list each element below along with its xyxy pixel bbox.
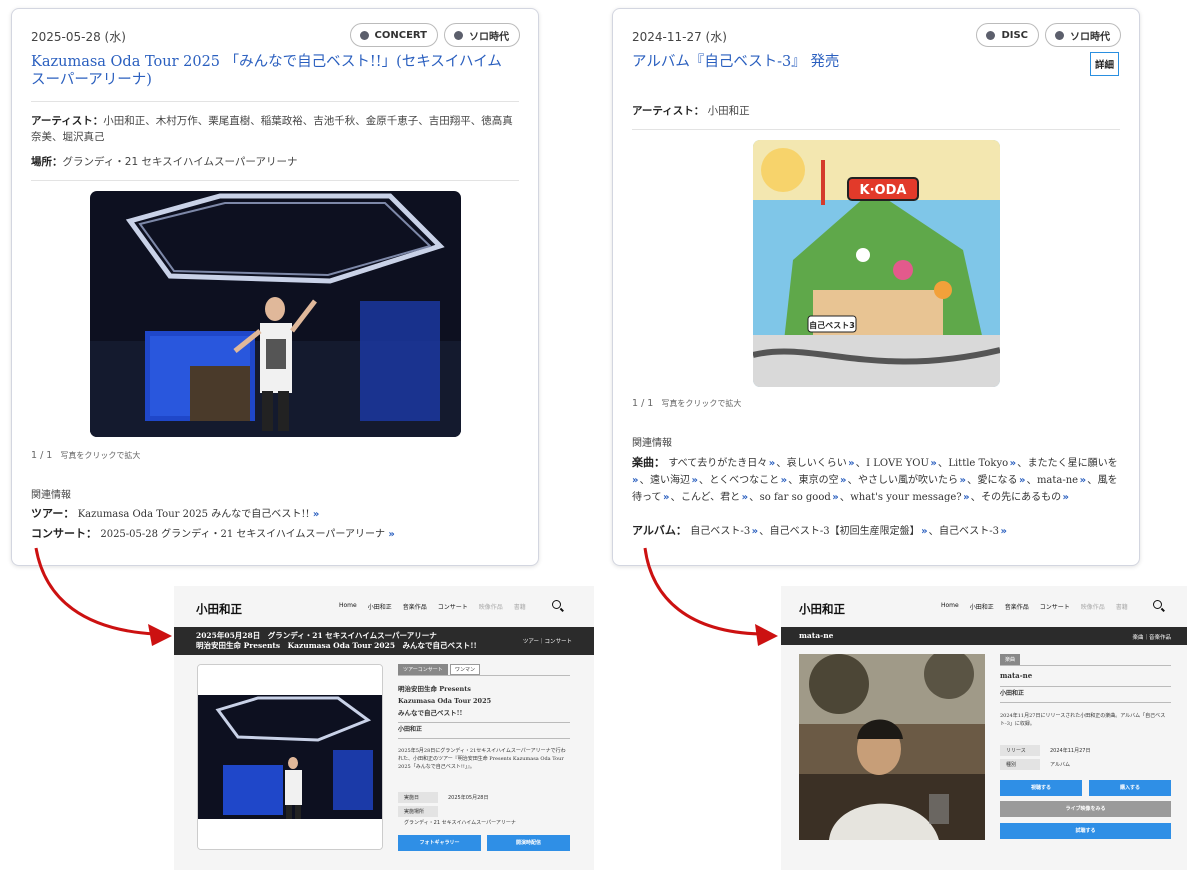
concert-description: 2025年5月28日にグランディ・21セキスイハイムスーパーアリーナで行われた、… — [398, 748, 566, 770]
artist-photo — [799, 654, 985, 840]
divider — [398, 722, 570, 723]
song-title: mata-ne — [1000, 671, 1033, 680]
tag-oneman[interactable]: ワンマン — [450, 664, 481, 675]
divider — [1000, 702, 1171, 703]
photo-gallery-button[interactable]: フォトギャラリー — [398, 835, 481, 851]
date-key: 実施日 — [398, 792, 438, 803]
tag-tour-concert[interactable]: ツアーコンサート — [398, 664, 448, 675]
type-row: 種別 アルバム — [1000, 759, 1070, 770]
band-title-line2: 明治安田生命 Presents Kazumasa Oda Tour 2025 み… — [196, 641, 477, 650]
trial-listen-button[interactable]: 試聴する — [1000, 823, 1171, 839]
button-label: 開演時配信 — [515, 840, 541, 846]
red-arrow-icon — [34, 547, 156, 636]
release-value: 2024年11月27日 — [1050, 748, 1091, 754]
band-breadcrumb: ツアー｜コンサート — [522, 639, 572, 645]
page-title-band: 2025年05月28日 グランディ・21 セキスイハイムスーパーアリーナ 明治安… — [174, 627, 594, 655]
title-line: Kazumasa Oda Tour 2025 — [398, 697, 492, 705]
type-key: 種別 — [1000, 759, 1040, 770]
search-icon[interactable] — [552, 600, 561, 609]
band-title-line1: 2025年05月28日 グランディ・21 セキスイハイムスーパーアリーナ — [196, 631, 437, 640]
nav-video[interactable]: 映像作品 — [479, 602, 503, 611]
nav-home[interactable]: Home — [941, 602, 959, 611]
nav-music[interactable]: 音楽作品 — [1005, 602, 1029, 611]
nav-home[interactable]: Home — [339, 602, 357, 611]
release-row: リリース 2024年11月27日 — [1000, 745, 1090, 756]
band-breadcrumb: 楽曲｜音楽作品 — [1132, 635, 1171, 641]
red-arrowhead-icon — [755, 624, 778, 646]
type-value: アルバム — [1050, 762, 1070, 768]
site-brand[interactable]: 小田和正 — [799, 601, 845, 617]
title-line: 明治安田生命 Presents — [398, 685, 471, 693]
concert-thumbnail — [198, 665, 382, 849]
button-label: 購入する — [1119, 785, 1140, 791]
date-value: 2025年05月28日 — [448, 795, 489, 801]
song-description: 2024年11月27日にリリースされた小田和正の楽曲。アルバム「自己ベスト-3」… — [1000, 713, 1166, 727]
nav-artist[interactable]: 小田和正 — [368, 602, 392, 611]
concert-detail-page: 小田和正 Home 小田和正 音楽作品 コンサート 映像作品 書籍 2025年0… — [174, 586, 594, 870]
song-detail-page: 小田和正 Home 小田和正 音楽作品 コンサート 映像作品 書籍 mata-n… — [781, 586, 1187, 870]
search-icon[interactable] — [1153, 600, 1162, 609]
button-label: 試聴する — [1075, 828, 1096, 834]
song-artist: 小田和正 — [1000, 690, 1025, 697]
title-line: みんなで自己ベスト!! — [398, 709, 463, 717]
place-value: グランディ・21 セキスイハイムスーパーアリーナ — [404, 820, 516, 826]
concert-image-frame[interactable] — [197, 664, 383, 850]
divider — [398, 738, 570, 739]
divider — [1000, 686, 1171, 687]
buy-button[interactable]: 購入する — [1089, 780, 1171, 796]
nav-video[interactable]: 映像作品 — [1081, 602, 1105, 611]
site-nav: Home 小田和正 音楽作品 コンサート 映像作品 書籍 — [339, 602, 526, 611]
site-nav: Home 小田和正 音楽作品 コンサート 映像作品 書籍 — [941, 602, 1128, 611]
place-row: 実施場所グランディ・21 セキスイハイムスーパーアリーナ — [398, 806, 516, 826]
red-arrowhead-icon — [148, 624, 172, 646]
nav-music[interactable]: 音楽作品 — [403, 602, 427, 611]
concert-artist: 小田和正 — [398, 726, 423, 733]
band-title: mata-ne — [799, 631, 834, 640]
divider — [398, 675, 570, 676]
button-label: 視聴する — [1030, 785, 1051, 791]
live-video-button[interactable]: ライブ映像をみる — [1000, 801, 1171, 817]
song-photo[interactable] — [799, 654, 985, 840]
nav-books[interactable]: 書籍 — [514, 602, 526, 611]
nav-artist[interactable]: 小田和正 — [970, 602, 994, 611]
place-key: 実施場所 — [398, 806, 438, 817]
page-title-band: mata-ne 楽曲｜音楽作品 — [781, 627, 1187, 645]
divider — [1000, 665, 1171, 666]
nav-books[interactable]: 書籍 — [1116, 602, 1128, 611]
site-brand[interactable]: 小田和正 — [196, 601, 242, 617]
release-key: リリース — [1000, 745, 1040, 756]
concert-title: 明治安田生命 Presents Kazumasa Oda Tour 2025 み… — [398, 683, 491, 719]
button-label: フォトギャラリー — [419, 840, 460, 846]
nav-concert[interactable]: コンサート — [438, 602, 468, 611]
tag-song[interactable]: 楽曲 — [1000, 654, 1021, 665]
nav-concert[interactable]: コンサート — [1040, 602, 1070, 611]
button-label: ライブ映像をみる — [1065, 806, 1106, 812]
stream-button[interactable]: 開演時配信 — [487, 835, 570, 851]
date-row: 実施日 2025年05月28日 — [398, 792, 488, 803]
listen-button[interactable]: 視聴する — [1000, 780, 1082, 796]
red-arrow-icon — [643, 547, 761, 636]
